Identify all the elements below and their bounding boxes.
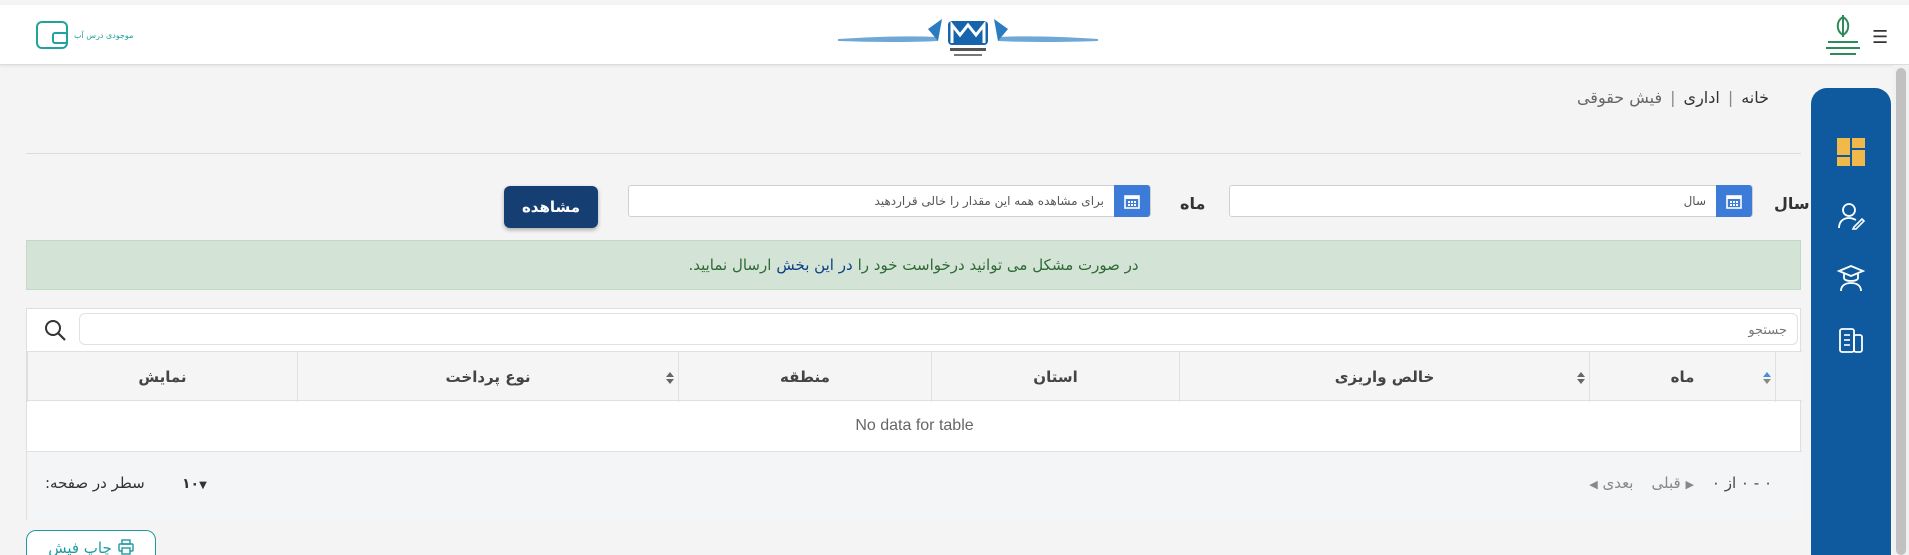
- iran-emblem-logo: [1826, 15, 1860, 55]
- column-label: منطقه: [780, 368, 830, 386]
- column-label: نمایش: [138, 368, 187, 386]
- column-view: نمایش: [27, 352, 297, 402]
- prev-page-button[interactable]: ▶ قبلی: [1651, 474, 1693, 492]
- sidebar-item-profile[interactable]: [1811, 194, 1891, 238]
- year-field[interactable]: سال: [1229, 185, 1753, 217]
- breadcrumb: خانه | اداری | فیش حقوقی: [1577, 88, 1769, 107]
- column-label: استان: [1033, 368, 1078, 386]
- column-label: نوع پرداخت: [445, 368, 531, 386]
- year-field-text: سال: [1683, 194, 1706, 208]
- calendar-icon[interactable]: [1716, 185, 1752, 217]
- prev-page-label: قبلی: [1651, 474, 1681, 492]
- table-search-row: [27, 309, 1802, 351]
- sort-icon[interactable]: [1576, 371, 1586, 385]
- sort-icon[interactable]: [1762, 371, 1772, 385]
- sidebar-item-dashboard[interactable]: [1811, 130, 1891, 174]
- wallet-icon[interactable]: [36, 21, 68, 49]
- month-label: ماه: [1180, 194, 1206, 213]
- pagination: ۰ - ۰ از ۰ ▶ قبلی بعدی ◀: [1589, 474, 1772, 492]
- wallet-widget[interactable]: موجودی درس آب: [36, 21, 133, 49]
- info-alert: در صورت مشکل می توانید درخواست خود را در…: [26, 240, 1801, 290]
- user-edit-icon: [1838, 203, 1866, 230]
- table-footer: سطر در صفحه: ۱۰▼ ۰ - ۰ از ۰ ▶ قبلی بعدی …: [27, 451, 1802, 521]
- column-region: منطقه: [678, 352, 931, 402]
- printer-icon: [118, 539, 134, 555]
- empty-table-message: No data for table: [855, 417, 974, 434]
- rows-per-page-label: سطر در صفحه:: [45, 474, 145, 492]
- column-month[interactable]: ماه: [1589, 352, 1775, 402]
- print-button-label: چاپ فیش: [48, 539, 112, 555]
- alert-text-before: در صورت مشکل می توانید درخواست خود را: [857, 256, 1139, 274]
- scrollbar-thumb[interactable]: [1896, 68, 1906, 555]
- wallet-label: موجودی درس آب: [74, 30, 134, 40]
- chevron-right-icon: ▶: [1685, 478, 1694, 491]
- sidebar-item-education[interactable]: [1811, 256, 1891, 300]
- chevron-down-icon: ▼: [199, 480, 207, 491]
- year-label: سال: [1774, 194, 1810, 213]
- chevron-left-icon: ◀: [1589, 478, 1598, 491]
- month-field[interactable]: برای مشاهده همه این مقدار را خالی قرارده…: [628, 185, 1151, 217]
- print-payslip-button[interactable]: چاپ فیش: [26, 530, 156, 555]
- next-page-label: بعدی: [1602, 474, 1634, 492]
- alert-link[interactable]: در این بخش: [776, 256, 852, 274]
- rows-per-page-value: ۱۰: [182, 476, 200, 492]
- column-payment-type[interactable]: نوع پرداخت: [297, 352, 678, 402]
- divider: [26, 153, 1801, 154]
- pager-range: ۰ - ۰ از ۰: [1711, 474, 1772, 492]
- column-label: ماه: [1670, 368, 1695, 386]
- dashboard-icon: [1837, 138, 1865, 166]
- ministry-logo: [838, 19, 1098, 56]
- table-header: ماه خالص واریزی استان منطقه نوع پرداخت ن…: [27, 351, 1802, 402]
- breadcrumb-section[interactable]: اداری: [1684, 88, 1720, 107]
- building-icon: [1839, 328, 1863, 353]
- side-nav: [1811, 88, 1891, 555]
- calendar-icon[interactable]: [1114, 185, 1150, 217]
- next-page-button[interactable]: بعدی ◀: [1589, 474, 1633, 492]
- top-header: موجودی درس آب ☰: [0, 5, 1909, 65]
- payslip-table-card: ماه خالص واریزی استان منطقه نوع پرداخت ن…: [26, 308, 1802, 521]
- breadcrumb-separator: |: [1670, 88, 1676, 107]
- search-input[interactable]: [79, 313, 1798, 345]
- breadcrumb-current: فیش حقوقی: [1576, 88, 1663, 107]
- column-province: استان: [931, 352, 1179, 402]
- table-header-spacer: [1775, 352, 1802, 402]
- rows-per-page-select[interactable]: ۱۰▼: [182, 476, 207, 492]
- alert-text-after: ارسال نمایید.: [688, 256, 772, 274]
- sort-icon[interactable]: [665, 371, 675, 385]
- column-label: خالص واریزی: [1334, 368, 1435, 386]
- month-field-text: برای مشاهده همه این مقدار را خالی قرارده…: [874, 194, 1104, 208]
- sidebar-item-building[interactable]: [1811, 318, 1891, 362]
- breadcrumb-separator: |: [1727, 88, 1734, 107]
- column-net-payment[interactable]: خالص واریزی: [1179, 352, 1589, 402]
- search-icon[interactable]: [43, 318, 67, 342]
- breadcrumb-home[interactable]: خانه: [1741, 88, 1769, 107]
- view-button[interactable]: مشاهده: [504, 186, 598, 228]
- hamburger-menu-icon[interactable]: ☰: [1872, 27, 1888, 48]
- graduate-icon: [1836, 265, 1866, 292]
